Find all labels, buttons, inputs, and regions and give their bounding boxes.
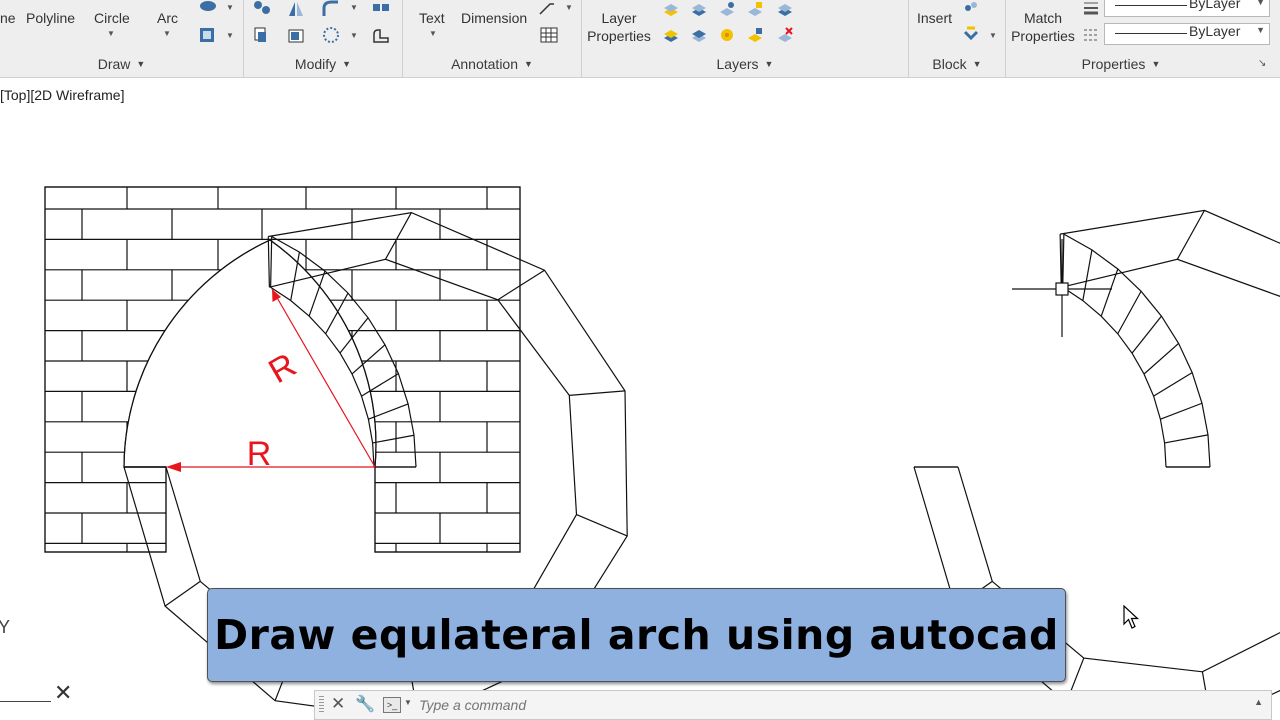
mouse-pointer-icon bbox=[1123, 605, 1140, 629]
arrowhead-icon bbox=[166, 462, 181, 472]
video-caption-banner: Draw equlateral arch using autocad bbox=[207, 588, 1066, 682]
ucs-y-axis-label: Y bbox=[0, 617, 11, 637]
chevron-down-icon[interactable]: ▼ bbox=[404, 698, 412, 707]
ucs-close-icon: ✕ bbox=[54, 680, 73, 705]
ucs-x-axis-line bbox=[0, 701, 51, 702]
radius-label-diagonal: R bbox=[262, 346, 302, 391]
voussoir-joint bbox=[1164, 434, 1209, 444]
voussoir-joint bbox=[1153, 372, 1193, 397]
voussoir-joint bbox=[270, 236, 273, 288]
close-icon[interactable]: ✕ bbox=[331, 694, 345, 714]
voussoir-joint bbox=[1160, 402, 1203, 420]
voussoir-joint bbox=[1062, 234, 1065, 288]
chevron-up-icon[interactable]: ▲ bbox=[1254, 697, 1263, 707]
voussoir-joint bbox=[1143, 342, 1179, 375]
voussoir-joint bbox=[1176, 210, 1206, 260]
arch-intrados-right bbox=[1062, 286, 1167, 468]
voussoir-joint bbox=[1131, 315, 1162, 354]
radius-label-horizontal: R bbox=[247, 435, 272, 473]
wrench-icon[interactable]: 🔧 bbox=[355, 694, 375, 714]
voussoir-joint bbox=[1082, 249, 1093, 301]
command-input[interactable] bbox=[419, 695, 1239, 715]
voussoir-joint bbox=[164, 580, 201, 607]
caption-text: Draw equlateral arch using autocad bbox=[214, 611, 1059, 659]
voussoir-joint bbox=[576, 514, 628, 537]
command-line[interactable]: ✕ 🔧 >_ ▼ ▲ bbox=[314, 690, 1272, 720]
voussoir-joint bbox=[267, 236, 270, 288]
voussoir-joint bbox=[569, 390, 626, 397]
command-prompt-icon[interactable]: >_ bbox=[383, 697, 401, 713]
voussoir-joint bbox=[1117, 290, 1142, 335]
grip-handle-icon[interactable] bbox=[319, 696, 324, 714]
voussoir-joint bbox=[1059, 234, 1062, 288]
